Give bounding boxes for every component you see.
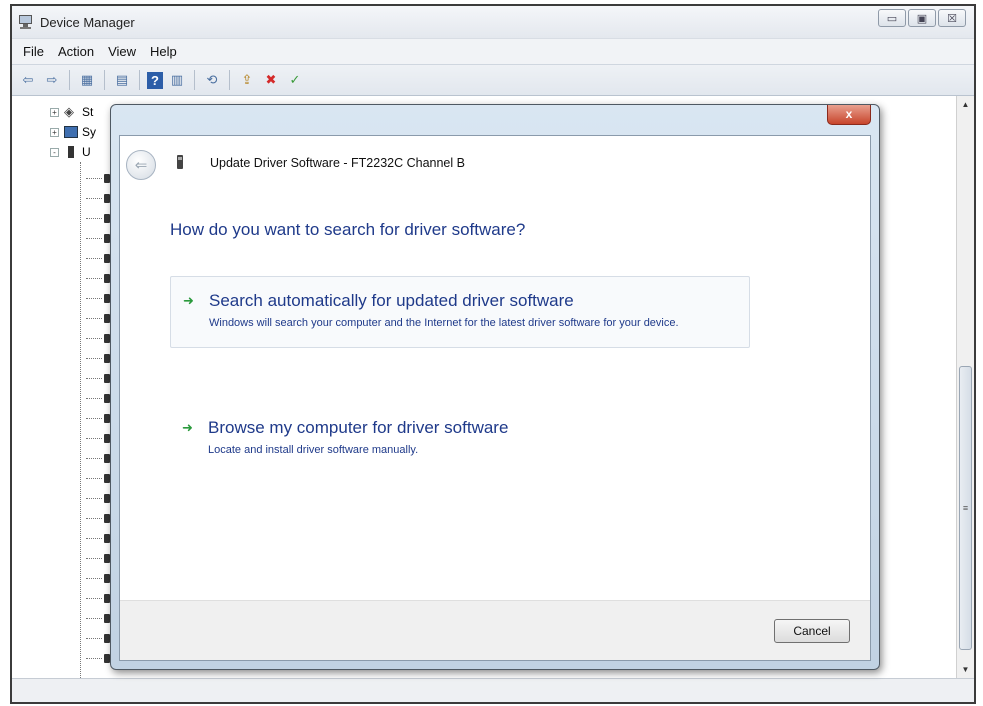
dialog-close-button[interactable]: x	[827, 105, 871, 125]
tree-item[interactable]: - U	[50, 144, 91, 160]
close-window-button[interactable]: ☒	[938, 9, 966, 27]
green-arrow-icon: ➜	[183, 293, 194, 308]
collapse-icon[interactable]: -	[50, 147, 59, 157]
system-devices-icon	[64, 126, 78, 138]
tree-connector	[80, 162, 81, 682]
view-icon[interactable]: ▥	[167, 70, 187, 90]
browse-computer-option[interactable]: ➜ Browse my computer for driver software…	[170, 404, 750, 474]
option-description: Windows will search your computer and th…	[209, 317, 679, 329]
dialog-title: Update Driver Software - FT2232C Channel…	[210, 156, 465, 170]
menu-bar: File Action View Help	[12, 38, 974, 64]
window-title: Device Manager	[40, 14, 135, 30]
toolbar-separator	[69, 70, 70, 90]
status-bar	[12, 678, 974, 702]
green-arrow-icon: ➜	[182, 420, 193, 435]
menu-action[interactable]: Action	[51, 44, 101, 59]
vertical-scrollbar[interactable]: ▲ ≡ ▼	[956, 96, 974, 678]
device-manager-icon	[18, 15, 34, 29]
expand-icon[interactable]: +	[50, 127, 59, 137]
menu-view[interactable]: View	[101, 44, 143, 59]
toolbar-separator	[194, 70, 195, 90]
update-driver-icon[interactable]: ⇪	[237, 70, 257, 90]
scroll-up-icon[interactable]: ▲	[957, 96, 974, 113]
dialog-heading: How do you want to search for driver sof…	[170, 220, 526, 239]
option-title: Browse my computer for driver software	[208, 418, 509, 437]
menu-file[interactable]: File	[16, 44, 51, 59]
maximize-button[interactable]: ▣	[908, 9, 936, 27]
title-bar: Device Manager ▭ ▣ ☒	[12, 6, 974, 38]
scrollbar-thumb[interactable]: ≡	[959, 366, 972, 650]
minimize-button[interactable]: ▭	[878, 9, 906, 27]
enable-icon[interactable]: ✓	[285, 70, 305, 90]
expand-icon[interactable]: +	[50, 107, 59, 117]
usb-controller-icon	[68, 146, 74, 158]
tree-item[interactable]: + Sy	[50, 124, 96, 140]
help-icon[interactable]: ?	[147, 71, 163, 89]
tree-item-label: U	[82, 145, 91, 159]
tree-item-label: St	[82, 105, 94, 119]
storage-controller-icon: ◈	[64, 104, 74, 119]
scan-hardware-icon[interactable]: ⟲	[202, 70, 222, 90]
properties-icon[interactable]: ▤	[112, 70, 132, 90]
toolbar-separator	[104, 70, 105, 90]
menu-help[interactable]: Help	[143, 44, 184, 59]
dialog-header: ⇐ Update Driver Software - FT2232C Chann…	[120, 136, 870, 192]
option-title: Search automatically for updated driver …	[209, 291, 574, 310]
toolbar-separator	[229, 70, 230, 90]
toolbar-separator	[139, 70, 140, 90]
toolbar: ⇦ ⇨ ▦ ▤ ? ▥ ⟲ ⇪ ✖ ✓	[12, 64, 974, 96]
back-arrow-icon[interactable]: ⇦	[18, 70, 38, 90]
tree-item-label: Sy	[82, 125, 97, 139]
usb-device-icon	[177, 155, 183, 169]
show-hide-tree-icon[interactable]: ▦	[77, 70, 97, 90]
scroll-down-icon[interactable]: ▼	[957, 661, 974, 678]
tree-item[interactable]: + ◈ St	[50, 104, 93, 120]
uninstall-icon[interactable]: ✖	[261, 70, 281, 90]
window-controls: ▭ ▣ ☒	[878, 9, 966, 27]
forward-arrow-icon[interactable]: ⇨	[42, 70, 62, 90]
back-button[interactable]: ⇐	[126, 150, 156, 180]
update-driver-dialog: x ⇐ Update Driver Software - FT2232C Cha…	[110, 104, 880, 670]
cancel-button[interactable]: Cancel	[774, 619, 850, 643]
option-description: Locate and install driver software manua…	[208, 444, 419, 456]
dialog-footer: Cancel	[120, 600, 870, 660]
dialog-body: ⇐ Update Driver Software - FT2232C Chann…	[119, 135, 871, 661]
search-automatically-option[interactable]: ➜ Search automatically for updated drive…	[170, 276, 750, 348]
back-arrow-icon: ⇐	[134, 157, 148, 174]
